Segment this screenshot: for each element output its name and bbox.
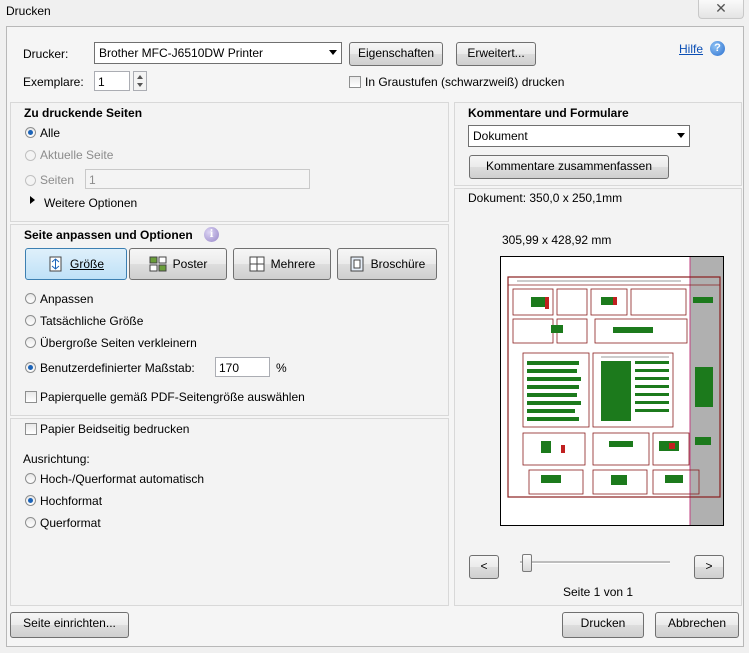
pages-all-label: Alle — [40, 126, 61, 140]
paper-source-checkbox[interactable] — [25, 391, 37, 403]
pages-range-radio[interactable] — [25, 175, 36, 186]
pages-range-input[interactable]: 1 — [85, 169, 310, 189]
tab-booklet[interactable]: Broschüre — [337, 248, 437, 280]
orientation-label: Ausrichtung: — [23, 452, 90, 466]
orientation-auto-label: Hoch-/Querformat automatisch — [40, 472, 205, 486]
document-size-label: Dokument: 350,0 x 250,1mm — [468, 191, 623, 205]
actual-size-label: Tatsächliche Größe — [40, 314, 144, 328]
fit-radio[interactable] — [25, 293, 36, 304]
pages-range-label: Seiten — [40, 173, 75, 187]
size-icon — [49, 256, 62, 272]
duplex-checkbox[interactable] — [25, 423, 37, 435]
orientation-auto-radio[interactable] — [25, 473, 36, 484]
actual-size-radio[interactable] — [25, 315, 36, 326]
orientation-portrait-label: Hochformat — [40, 494, 103, 508]
booklet-icon — [350, 256, 364, 272]
duplex-label: Papier Beidseitig bedrucken — [40, 422, 190, 436]
grayscale-label: In Graustufen (schwarzweiß) drucken — [365, 75, 565, 89]
help-link[interactable]: Hilfe — [679, 42, 703, 56]
advanced-button[interactable]: Erweitert... — [456, 42, 536, 66]
page-setup-button[interactable]: Seite einrichten... — [10, 612, 129, 638]
custom-scale-radio[interactable] — [25, 362, 36, 373]
chevron-down-icon — [329, 50, 337, 55]
tab-multiple[interactable]: Mehrere — [233, 248, 331, 280]
page-slider-thumb[interactable] — [522, 554, 532, 572]
comments-select[interactable]: Dokument — [468, 125, 690, 147]
tab-poster[interactable]: Poster — [129, 248, 227, 280]
shrink-label: Übergroße Seiten verkleinern — [40, 336, 197, 350]
sizing-section-title: Seite anpassen und Optionen — [24, 228, 193, 242]
printer-label: Drucker: — [23, 47, 69, 61]
help-icon[interactable]: ? — [710, 41, 725, 56]
properties-button[interactable]: Eigenschaften — [349, 42, 443, 66]
close-button[interactable]: ✕ — [698, 0, 744, 19]
copies-input[interactable]: 1 — [94, 71, 130, 91]
percent-label: % — [276, 361, 287, 375]
copies-stepper[interactable] — [133, 71, 147, 91]
info-icon[interactable]: i — [204, 227, 219, 242]
more-options-link[interactable]: Weitere Optionen — [44, 196, 137, 210]
pages-current-label: Aktuelle Seite — [40, 148, 114, 162]
printer-select[interactable]: Brother MFC-J6510DW Printer — [94, 42, 342, 64]
close-icon: ✕ — [715, 0, 727, 16]
window-title: Drucken — [6, 4, 51, 18]
orientation-landscape-label: Querformat — [40, 516, 101, 530]
comments-section-title: Kommentare und Formulare — [468, 106, 629, 120]
stepper-down-icon[interactable] — [137, 83, 143, 87]
duplex-orientation-panel — [10, 418, 449, 606]
summarize-comments-button[interactable]: Kommentare zusammenfassen — [469, 155, 669, 179]
tab-poster-label: Poster — [172, 257, 208, 271]
tab-multiple-label: Mehrere — [270, 257, 316, 271]
tab-size[interactable]: Größe — [25, 248, 127, 280]
tab-booklet-label: Broschüre — [370, 257, 426, 271]
next-page-button[interactable]: > — [694, 555, 724, 579]
title-bar: Drucken ✕ — [0, 0, 749, 22]
printer-select-value: Brother MFC-J6510DW Printer — [99, 46, 264, 60]
print-button[interactable]: Drucken — [562, 612, 644, 638]
pages-all-radio[interactable] — [25, 127, 36, 138]
multiple-icon — [249, 256, 265, 272]
comments-select-value: Dokument — [473, 129, 528, 143]
paper-source-label: Papierquelle gemäß PDF-Seitengröße auswä… — [40, 390, 305, 404]
cancel-button[interactable]: Abbrechen — [655, 612, 739, 638]
page-preview — [500, 256, 724, 526]
tab-size-label: Größe — [69, 257, 104, 271]
copies-label: Exemplare: — [23, 75, 84, 89]
orientation-portrait-radio[interactable] — [25, 495, 36, 506]
poster-icon — [149, 256, 167, 272]
grayscale-checkbox[interactable] — [349, 76, 361, 88]
paper-size-label: 305,99 x 428,92 mm — [502, 233, 612, 247]
shrink-radio[interactable] — [25, 337, 36, 348]
expand-triangle-icon[interactable] — [30, 196, 35, 204]
pages-current-radio[interactable] — [25, 150, 36, 161]
prev-page-button[interactable]: < — [469, 555, 499, 579]
pages-section-title: Zu druckende Seiten — [24, 106, 143, 120]
chevron-down-icon — [677, 133, 685, 138]
custom-scale-input[interactable]: 170 — [215, 357, 270, 377]
schematic-preview-image — [501, 257, 723, 525]
page-indicator: Seite 1 von 1 — [563, 585, 634, 599]
stepper-up-icon[interactable] — [137, 75, 143, 79]
fit-label: Anpassen — [40, 292, 94, 306]
page-slider-track[interactable] — [520, 561, 670, 564]
orientation-landscape-radio[interactable] — [25, 517, 36, 528]
custom-scale-label: Benutzerdefinierter Maßstab: — [40, 361, 195, 375]
